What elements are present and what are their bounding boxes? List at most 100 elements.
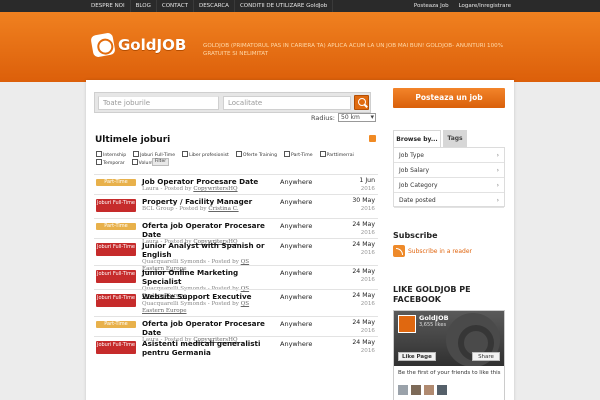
tab-tags[interactable]: Tags (443, 130, 467, 147)
avatar[interactable] (411, 385, 421, 395)
job-date-year: 2016 (360, 277, 375, 283)
filter-checkbox[interactable]: Temporar (96, 159, 125, 167)
job-type-badge: Joburi Full-Time (96, 270, 136, 283)
job-meta: Quacquarelli Symonds - Posted by QS East… (142, 301, 272, 315)
job-type-badge: Joburi Full-Time (96, 199, 136, 212)
job-date-year: 2016 (360, 206, 375, 212)
job-location: Anywhere (280, 198, 313, 206)
job-keyword-input[interactable]: Toate joburile (98, 96, 219, 110)
filter-checkbox[interactable]: Liber profesionist (182, 151, 229, 159)
table-row[interactable]: Joburi Full-Time Junior Online Marketing … (94, 265, 378, 299)
filter-checkbox[interactable]: Parttimerrai (320, 151, 354, 159)
facebook-heading: LIKE GOLDJOB PE FACEBOOK (393, 285, 471, 304)
job-date: 24 May 2016 (352, 292, 375, 308)
job-title[interactable]: Asistenti medicali generalisti pentru Ge… (142, 339, 272, 357)
job-location: Anywhere (280, 293, 313, 301)
browse-item[interactable]: Job Salary (394, 163, 504, 178)
job-date-day: 30 May (352, 197, 375, 204)
rss-icon[interactable] (369, 135, 376, 142)
job-date: 24 May 2016 (352, 221, 375, 237)
avatar[interactable] (437, 385, 447, 395)
job-title[interactable]: Oferta job Operator Procesare Date (142, 221, 272, 239)
section-title: Ultimele joburi (95, 135, 171, 145)
subscribe-heading: Subscribe (393, 231, 438, 240)
job-list: Part-Time Job Operator Procesare Date Laur… (94, 174, 378, 368)
browse-item[interactable]: Date posted (394, 193, 504, 208)
job-date-day: 1 Jun (359, 177, 375, 184)
job-location: Anywhere (280, 320, 313, 328)
filter-checkbox[interactable]: Part-Time (284, 151, 313, 159)
post-job-link[interactable]: Posteaza Job (409, 0, 454, 12)
top-nav-link[interactable]: DESPRE NOI (86, 0, 131, 12)
facebook-friend-avatars (398, 385, 450, 395)
job-type-badge: Part-Time (96, 223, 136, 230)
browse-list: Job TypeJob SalaryJob CategoryDate poste… (393, 147, 505, 208)
job-type-badge: Joburi Full-Time (96, 341, 136, 354)
table-row[interactable]: Part-Time Oferta job Operator Procesare D… (94, 218, 378, 245)
job-date-day: 24 May (352, 268, 375, 275)
logo-text: GoldJOB (118, 36, 187, 54)
radius-select[interactable]: 50 km (338, 113, 376, 122)
job-date-year: 2016 (360, 186, 375, 192)
job-date-day: 24 May (352, 319, 375, 326)
job-date: 1 Jun 2016 (359, 177, 375, 193)
top-nav-link[interactable]: CONDITII DE UTILIZARE GoldJob (235, 0, 334, 12)
tab-browse-by[interactable]: Browse by... (393, 130, 441, 147)
job-title[interactable]: Property / Facility Manager (142, 197, 272, 206)
facebook-share-button[interactable]: Share (472, 352, 500, 361)
job-type-badge: Part-Time (96, 321, 136, 328)
job-title[interactable]: Junior Online Marketing Specialist (142, 268, 272, 286)
radius-label: Radius: (311, 113, 335, 122)
avatar[interactable] (424, 385, 434, 395)
job-location: Anywhere (280, 242, 313, 250)
job-poster-link[interactable]: Cristina C. (208, 206, 238, 212)
job-type-badge: Joburi Full-Time (96, 243, 136, 256)
filter-button[interactable]: Filter (152, 158, 169, 166)
job-title[interactable]: Website Support Executive (142, 292, 272, 301)
browse-item[interactable]: Job Type (394, 148, 504, 163)
table-row[interactable]: Joburi Full-Time Asistenti medicali gener… (94, 336, 378, 368)
logo-mark-icon (90, 32, 116, 58)
filter-checkbox[interactable]: Internship (96, 151, 126, 159)
table-row[interactable]: Part-Time Job Operator Procesare Date Laur… (94, 174, 378, 194)
subscribe-link[interactable]: Subscribe in a reader (393, 245, 472, 257)
search-button[interactable] (354, 95, 369, 110)
job-date-year: 2016 (360, 328, 375, 334)
job-location: Anywhere (280, 222, 313, 230)
facebook-page-name[interactable]: GoldJOB (419, 314, 449, 322)
table-row[interactable]: Joburi Full-Time Property / Facility Mana… (94, 194, 378, 218)
avatar[interactable] (398, 385, 408, 395)
facebook-like-button[interactable]: Like Page (398, 352, 436, 361)
table-row[interactable]: Part-Time Oferta job Operator Procesare D… (94, 316, 378, 343)
top-nav-link[interactable]: CONTACT (157, 0, 194, 12)
browse-item[interactable]: Job Category (394, 178, 504, 193)
table-row[interactable]: Joburi Full-Time Website Support Executiv… (94, 289, 378, 316)
job-poster-link[interactable]: CopywritersHQ (193, 186, 237, 192)
job-search-form: Toate joburile Localitate (94, 92, 371, 113)
top-nav-link[interactable]: DESCARCA (194, 0, 235, 12)
filter-checkbox[interactable]: Oferte Training (236, 151, 277, 159)
job-title[interactable]: Oferta job Operator Procesare Date (142, 319, 272, 337)
site-logo[interactable]: GoldJOB (90, 32, 187, 58)
header-tagline: GOLDJOB (PRIMATORUL PAS IN CARIERA TA) A… (203, 43, 504, 57)
login-link[interactable]: Logare/Inregistrare (454, 0, 516, 12)
job-type-badge: Joburi Full-Time (96, 294, 136, 307)
facebook-like-count: 3,655 likes (419, 322, 447, 328)
top-nav: DESPRE NOI BLOG CONTACT DESCARCA CONDITII DE… (86, 0, 334, 12)
job-location: Anywhere (280, 340, 313, 348)
job-company-posted: Laura - Posted by (142, 186, 194, 192)
job-location: Anywhere (280, 178, 313, 186)
top-nav-link[interactable]: BLOG (131, 0, 157, 12)
job-title[interactable]: Job Operator Procesare Date (142, 177, 272, 186)
location-input[interactable]: Localitate (223, 96, 351, 110)
facebook-widget: GoldJOB 3,655 likes Like Page Share Be t… (393, 310, 505, 400)
post-job-button[interactable]: Posteaza un job (393, 88, 505, 108)
job-date-day: 24 May (352, 241, 375, 248)
job-meta: Laura - Posted by CopywritersHQ (142, 186, 272, 193)
job-date-year: 2016 (360, 230, 375, 236)
table-row[interactable]: Joburi Full-Time Junior Analyst with Span… (94, 238, 378, 272)
page-avatar[interactable] (398, 315, 416, 333)
job-title[interactable]: Junior Analyst with Spanish or English (142, 241, 272, 259)
job-type-filters: Internship Joburi Full-Time Liber profesio… (96, 151, 378, 167)
job-date-year: 2016 (360, 301, 375, 307)
